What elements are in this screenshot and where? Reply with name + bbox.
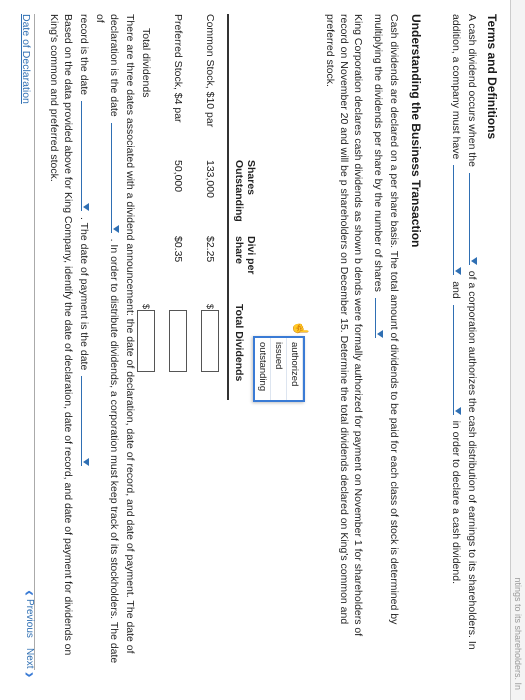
terms-dropdown-3[interactable] [453, 304, 465, 415]
currency-symbol: $ [205, 304, 215, 310]
row-label: Common Stock, $10 par [204, 14, 216, 128]
table-header-shares: Shares Outstanding [233, 160, 257, 222]
table-row: Common Stock, $10 par 133,000 $2.25 $ [195, 14, 228, 400]
next-button[interactable]: Next › [20, 648, 40, 678]
understanding-para2: King Corporation declares cash dividends… [323, 14, 365, 664]
understanding-title: Understanding the Business Transaction [409, 14, 423, 248]
dates-paragraph: There are three dates associated with a … [77, 14, 137, 670]
footer-bar: Date of Declaration [20, 14, 35, 670]
table-header-label [228, 14, 257, 160]
dates-line3-mid: . The date of payment is the date [78, 216, 90, 371]
declaration-date-dropdown[interactable] [111, 122, 123, 233]
dates-line1: There are three dates associated with a … [124, 14, 136, 654]
row-per-share: $2.25 [204, 236, 216, 263]
table-header-row: Shares Outstanding Divi per share Total … [228, 14, 257, 400]
chevron-down-icon [455, 406, 461, 415]
terms-line2-pre: addition, a company must have [450, 14, 462, 160]
table-header-per-share: Divi per share [233, 236, 257, 275]
terms-title: Terms and Definitions [485, 14, 499, 140]
record-date-dropdown[interactable] [81, 101, 93, 212]
top-bar-text: ntings to its shareholders. In [513, 577, 523, 690]
terms-line1-post: of a corporation authorizes the cash dis… [466, 270, 478, 650]
top-bar: ntings to its shareholders. In [510, 0, 525, 700]
tab-date-of-declaration[interactable]: Date of Declaration [20, 14, 32, 104]
chevron-down-icon [471, 256, 477, 265]
dropdown-option-authorized[interactable]: authorized [287, 338, 303, 400]
previous-button[interactable]: ‹ Previous [20, 590, 40, 638]
previous-label: Previous [24, 599, 36, 638]
terms-line2-mid: and [450, 281, 462, 299]
payment-date-dropdown[interactable] [81, 376, 93, 467]
next-label: Next [24, 648, 36, 669]
shares-dropdown[interactable] [375, 297, 387, 338]
row-label: Preferred Stock, $4 par [172, 14, 184, 123]
dropdown-option-issued[interactable]: issued [271, 338, 287, 400]
table-row: Preferred Stock, $4 par 50,000 $0.35 $ [163, 14, 195, 400]
row-total-cell: $ [195, 304, 228, 400]
currency-symbol: $ [141, 304, 151, 310]
understanding-para1: Cash dividends are declared on a per sha… [371, 14, 401, 670]
common-total-input[interactable] [201, 310, 219, 373]
terms-dropdown-1[interactable] [469, 172, 481, 265]
shares-dropdown-menu[interactable]: ☝ authorized issued outstanding [253, 320, 309, 402]
chevron-left-icon: ‹ [20, 590, 40, 596]
chevron-down-icon [377, 329, 383, 338]
dropdown-option-outstanding[interactable]: outstanding [255, 338, 271, 400]
rotated-page: ntings to its shareholders. In Terms and… [0, 0, 525, 700]
pointer-hand-icon: ☝ [293, 320, 309, 338]
understanding-para2-a: King Corporation declares cash dividends… [352, 14, 364, 264]
dates-line3-pre: record is the date [78, 14, 90, 96]
terms-paragraph: A cash dividend occurs when the of a cor… [449, 14, 481, 670]
total-dividends-input[interactable] [137, 310, 155, 373]
preferred-total-input[interactable] [169, 310, 187, 373]
terms-line1-pre: A cash dividend occurs when the [466, 14, 478, 167]
chevron-down-icon [455, 267, 461, 276]
table-header-total: Total Dividends [233, 304, 245, 382]
chevron-down-icon [83, 203, 89, 212]
chevron-down-icon [113, 224, 119, 233]
row-per-share: $0.35 [172, 236, 184, 263]
dates-line2-pre: declaration is the date [108, 14, 120, 117]
row-total-cell: $ [163, 304, 195, 400]
chevron-down-icon [83, 458, 89, 467]
terms-dropdown-2[interactable] [453, 165, 465, 276]
row-shares: 50,000 [172, 160, 184, 193]
instruction-paragraph: Based on the data provided above for Kin… [48, 14, 74, 656]
dividends-table: Shares Outstanding Divi per share Total … [131, 14, 257, 400]
terms-line2-post: in order to declare a cash dividend. [450, 420, 462, 584]
chevron-right-icon: › [20, 671, 40, 678]
row-shares: 133,000 [204, 160, 216, 198]
